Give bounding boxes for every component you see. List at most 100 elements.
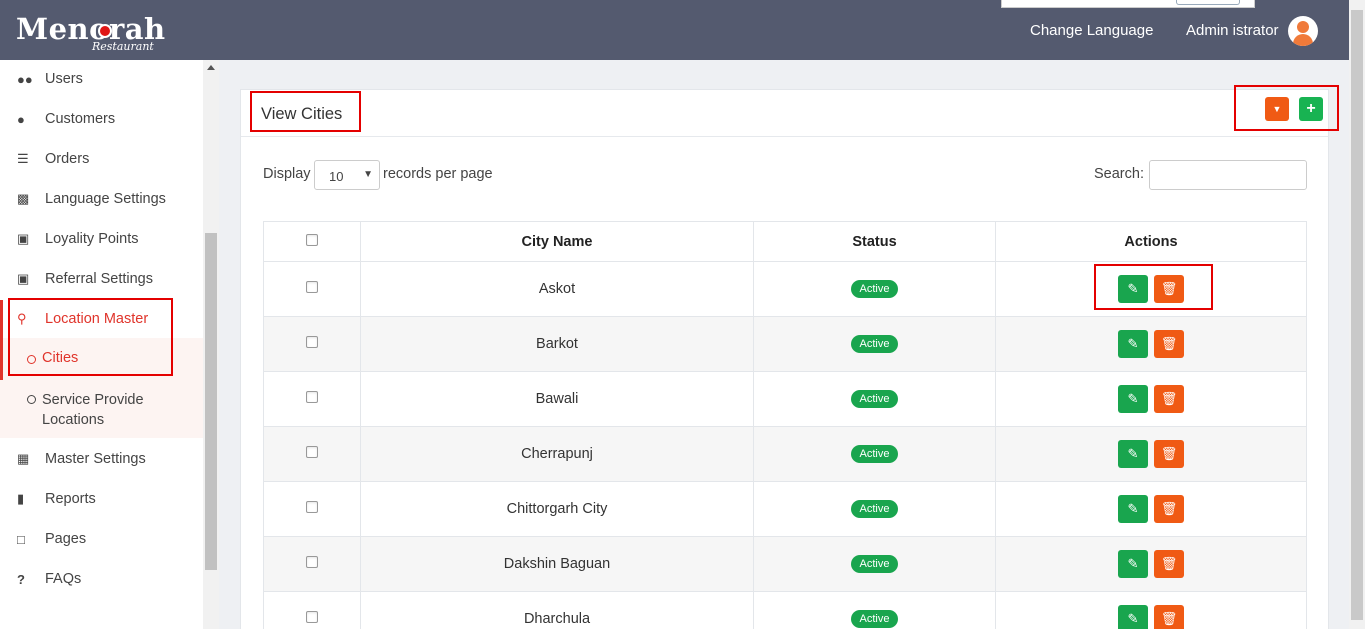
sidebar-item-location-master[interactable]: ⚲ Location Master (0, 299, 203, 339)
row-checkbox[interactable] (306, 501, 318, 513)
table-header-row: City Name Status Actions (263, 221, 1307, 262)
view-cities-card: View Cities ▼ + Display 10 ▼ records per… (240, 89, 1329, 629)
column-header-actions: Actions (995, 221, 1307, 262)
circle-icon (27, 395, 36, 404)
sidebar-item-language-settings[interactable]: ▩ Language Settings (0, 179, 203, 219)
per-page-label: records per page (383, 166, 493, 182)
status-badge: Active (850, 335, 899, 353)
row-checkbox[interactable] (306, 556, 318, 568)
options-dropdown-button[interactable]: ▼ (1265, 97, 1289, 121)
gift-icon: ▣ (17, 231, 30, 246)
records-per-page-select[interactable]: 10 ▼ (314, 160, 380, 190)
avatar[interactable] (1288, 16, 1318, 46)
sidebar-item-referral-settings[interactable]: ▣ Referral Settings (0, 259, 203, 299)
add-city-button[interactable]: + (1299, 97, 1323, 121)
city-name-cell: Bawali (360, 371, 754, 427)
delete-button[interactable]: 🗑 (1154, 275, 1184, 303)
sidebar-item-label: Location Master (45, 311, 149, 327)
status-cell: Active (753, 591, 996, 629)
table-row: Chittorgarh City Active ✎ 🗑 (263, 481, 1307, 537)
sidebar-item-pages[interactable]: □ Pages (0, 519, 203, 559)
sidebar-scrollbar[interactable] (203, 60, 219, 629)
actions-cell: ✎ 🗑 (995, 591, 1307, 629)
delete-button[interactable]: 🗑 (1154, 330, 1184, 358)
sidebar-item-loyality-points[interactable]: ▣ Loyality Points (0, 219, 203, 259)
sidebar-item-faqs[interactable]: ? FAQs (0, 559, 203, 599)
row-select-cell (263, 316, 361, 372)
search-input[interactable] (1149, 160, 1307, 190)
change-language-link[interactable]: Change Language (1030, 22, 1153, 39)
status-cell: Active (753, 261, 996, 317)
sidebar-item-label: Customers (45, 111, 116, 127)
sidebar-item-label: FAQs (45, 571, 82, 587)
edit-button[interactable]: ✎ (1118, 275, 1148, 303)
actions-cell: ✎ 🗑 (995, 481, 1307, 537)
actions-cell: ✎ 🗑 (995, 371, 1307, 427)
row-checkbox[interactable] (306, 391, 318, 403)
actions-cell: ✎ 🗑 (995, 261, 1307, 317)
delete-button[interactable]: 🗑 (1154, 385, 1184, 413)
row-checkbox[interactable] (306, 281, 318, 293)
sidebar-item-customers[interactable]: ● Customers (0, 99, 203, 139)
top-header: Menorah Restaurant Change Language Admin… (0, 0, 1365, 60)
edit-button[interactable]: ✎ (1118, 385, 1148, 413)
search-label: Search: (1094, 166, 1144, 182)
popup-button[interactable] (1176, 0, 1240, 5)
delete-button[interactable]: 🗑 (1154, 550, 1184, 578)
row-select-cell (263, 591, 361, 629)
row-checkbox[interactable] (306, 611, 318, 623)
sidebar: ●● Users ● Customers ☰ Orders ▩ Language… (0, 60, 203, 629)
status-cell: Active (753, 316, 996, 372)
edit-button[interactable]: ✎ (1118, 550, 1148, 578)
page-scroll-thumb[interactable] (1351, 10, 1363, 620)
delete-button[interactable]: 🗑 (1154, 495, 1184, 523)
sidebar-item-label: Loyality Points (45, 231, 139, 247)
city-name-cell: Barkot (360, 316, 754, 372)
question-icon: ? (17, 571, 25, 587)
select-all-cell (263, 221, 361, 262)
column-header-status[interactable]: Status (753, 221, 996, 262)
table-row: Cherrapunj Active ✎ 🗑 (263, 426, 1307, 482)
delete-button[interactable]: 🗑 (1154, 605, 1184, 629)
sidebar-item-reports[interactable]: ▮ Reports (0, 479, 203, 519)
row-select-cell (263, 426, 361, 482)
row-checkbox[interactable] (306, 446, 318, 458)
edit-button[interactable]: ✎ (1118, 605, 1148, 629)
page-title: View Cities (261, 105, 343, 123)
scroll-up-icon[interactable] (207, 65, 215, 70)
qrcode-icon: ▦ (17, 451, 30, 466)
edit-button[interactable]: ✎ (1118, 495, 1148, 523)
row-select-cell (263, 371, 361, 427)
sidebar-item-label: Referral Settings (45, 271, 153, 287)
city-name-cell: Cherrapunj (360, 426, 754, 482)
city-name-cell: Askot (360, 261, 754, 317)
edit-button[interactable]: ✎ (1118, 440, 1148, 468)
sidebar-subitem-cities[interactable]: Cities (27, 350, 78, 366)
select-all-checkbox[interactable] (306, 233, 318, 246)
circle-icon (27, 355, 36, 364)
actions-cell: ✎ 🗑 (995, 426, 1307, 482)
sidebar-item-orders[interactable]: ☰ Orders (0, 139, 203, 179)
sidebar-scroll-thumb[interactable] (205, 233, 217, 570)
gift-icon: ▣ (17, 271, 30, 286)
status-badge: Active (850, 280, 899, 298)
delete-button[interactable]: 🗑 (1154, 440, 1184, 468)
table-row: Dakshin Baguan Active ✎ 🗑 (263, 536, 1307, 592)
actions-cell: ✎ 🗑 (995, 536, 1307, 592)
column-header-city-name[interactable]: City Name (360, 221, 754, 262)
users-icon: ●● (17, 71, 33, 87)
display-label: Display (263, 166, 311, 182)
row-checkbox[interactable] (306, 336, 318, 348)
bar-chart-icon: ▮ (17, 491, 25, 506)
city-name-cell: Dharchula (360, 591, 754, 629)
sidebar-item-users[interactable]: ●● Users (0, 59, 203, 99)
card-divider (241, 136, 1328, 137)
admin-name[interactable]: Admin istrator (1186, 22, 1279, 39)
status-badge: Active (850, 445, 899, 463)
row-select-cell (263, 481, 361, 537)
sidebar-subitem-service-provide-locations[interactable]: Service Provide Locations (27, 390, 177, 430)
row-select-cell (263, 261, 361, 317)
edit-button[interactable]: ✎ (1118, 330, 1148, 358)
page-scrollbar[interactable] (1349, 0, 1365, 629)
sidebar-item-master-settings[interactable]: ▦ Master Settings (0, 439, 203, 479)
